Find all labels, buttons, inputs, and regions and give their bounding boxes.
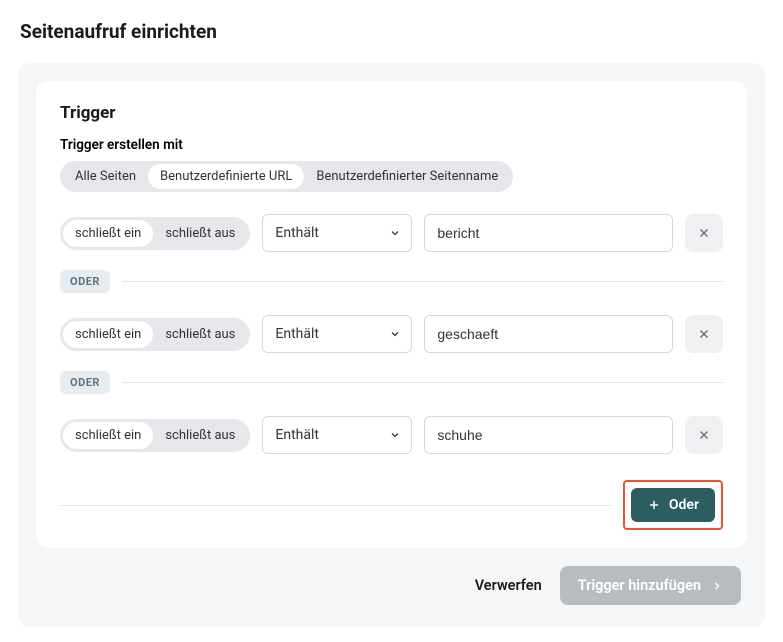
value-input[interactable]	[424, 315, 673, 353]
chevron-down-icon	[389, 227, 401, 239]
include-option[interactable]: schließt ein	[63, 422, 153, 449]
plus-icon	[647, 498, 661, 512]
operator-select[interactable]: Enthält	[262, 315, 412, 353]
mode-custom-pagename[interactable]: Benutzerdefinierter Seitenname	[304, 164, 510, 189]
or-separator: ODER	[60, 371, 723, 394]
mode-segmented-control: Alle Seiten Benutzerdefinierte URL Benut…	[60, 161, 513, 192]
include-exclude-toggle: schließt ein schließt aus	[60, 217, 250, 250]
chevron-down-icon	[389, 429, 401, 441]
separator-line	[60, 505, 611, 506]
mode-custom-url[interactable]: Benutzerdefinierte URL	[148, 164, 304, 189]
card-title: Trigger	[60, 103, 723, 123]
close-icon	[697, 327, 711, 341]
or-separator: ODER	[60, 270, 723, 293]
submit-button[interactable]: Trigger hinzufügen	[560, 566, 741, 605]
discard-button[interactable]: Verwerfen	[475, 577, 542, 594]
rule-row: schließt ein schließt aus Enthält	[60, 416, 723, 454]
operator-select[interactable]: Enthält	[262, 416, 412, 454]
rule-row: schließt ein schließt aus Enthält	[60, 315, 723, 353]
exclude-option[interactable]: schließt aus	[153, 220, 247, 247]
operator-value: Enthält	[275, 225, 319, 241]
remove-rule-button[interactable]	[685, 416, 723, 454]
chevron-down-icon	[389, 328, 401, 340]
value-input[interactable]	[424, 416, 673, 454]
highlight-box: Oder	[623, 480, 723, 530]
submit-label: Trigger hinzufügen	[578, 577, 701, 594]
add-or-row: Oder	[60, 480, 723, 530]
remove-rule-button[interactable]	[685, 214, 723, 252]
separator-line	[122, 382, 723, 383]
operator-select[interactable]: Enthält	[262, 214, 412, 252]
chevron-right-icon	[711, 580, 723, 592]
operator-value: Enthält	[275, 427, 319, 443]
footer: Verwerfen Trigger hinzufügen	[36, 548, 747, 609]
rule-row: schließt ein schließt aus Enthält	[60, 214, 723, 252]
remove-rule-button[interactable]	[685, 315, 723, 353]
include-exclude-toggle: schließt ein schließt aus	[60, 419, 250, 452]
separator-line	[122, 281, 723, 282]
add-or-button[interactable]: Oder	[631, 488, 715, 522]
mode-all-pages[interactable]: Alle Seiten	[63, 164, 148, 189]
close-icon	[697, 428, 711, 442]
exclude-option[interactable]: schließt aus	[153, 321, 247, 348]
include-exclude-toggle: schließt ein schließt aus	[60, 318, 250, 351]
config-panel: Trigger Trigger erstellen mit Alle Seite…	[18, 63, 765, 627]
page-title: Seitenaufruf einrichten	[20, 20, 765, 43]
value-input[interactable]	[424, 214, 673, 252]
include-option[interactable]: schließt ein	[63, 321, 153, 348]
create-with-label: Trigger erstellen mit	[60, 137, 723, 153]
include-option[interactable]: schließt ein	[63, 220, 153, 247]
close-icon	[697, 226, 711, 240]
or-badge: ODER	[60, 371, 110, 394]
trigger-card: Trigger Trigger erstellen mit Alle Seite…	[36, 81, 747, 548]
operator-value: Enthält	[275, 326, 319, 342]
add-or-label: Oder	[669, 497, 699, 513]
or-badge: ODER	[60, 270, 110, 293]
exclude-option[interactable]: schließt aus	[153, 422, 247, 449]
